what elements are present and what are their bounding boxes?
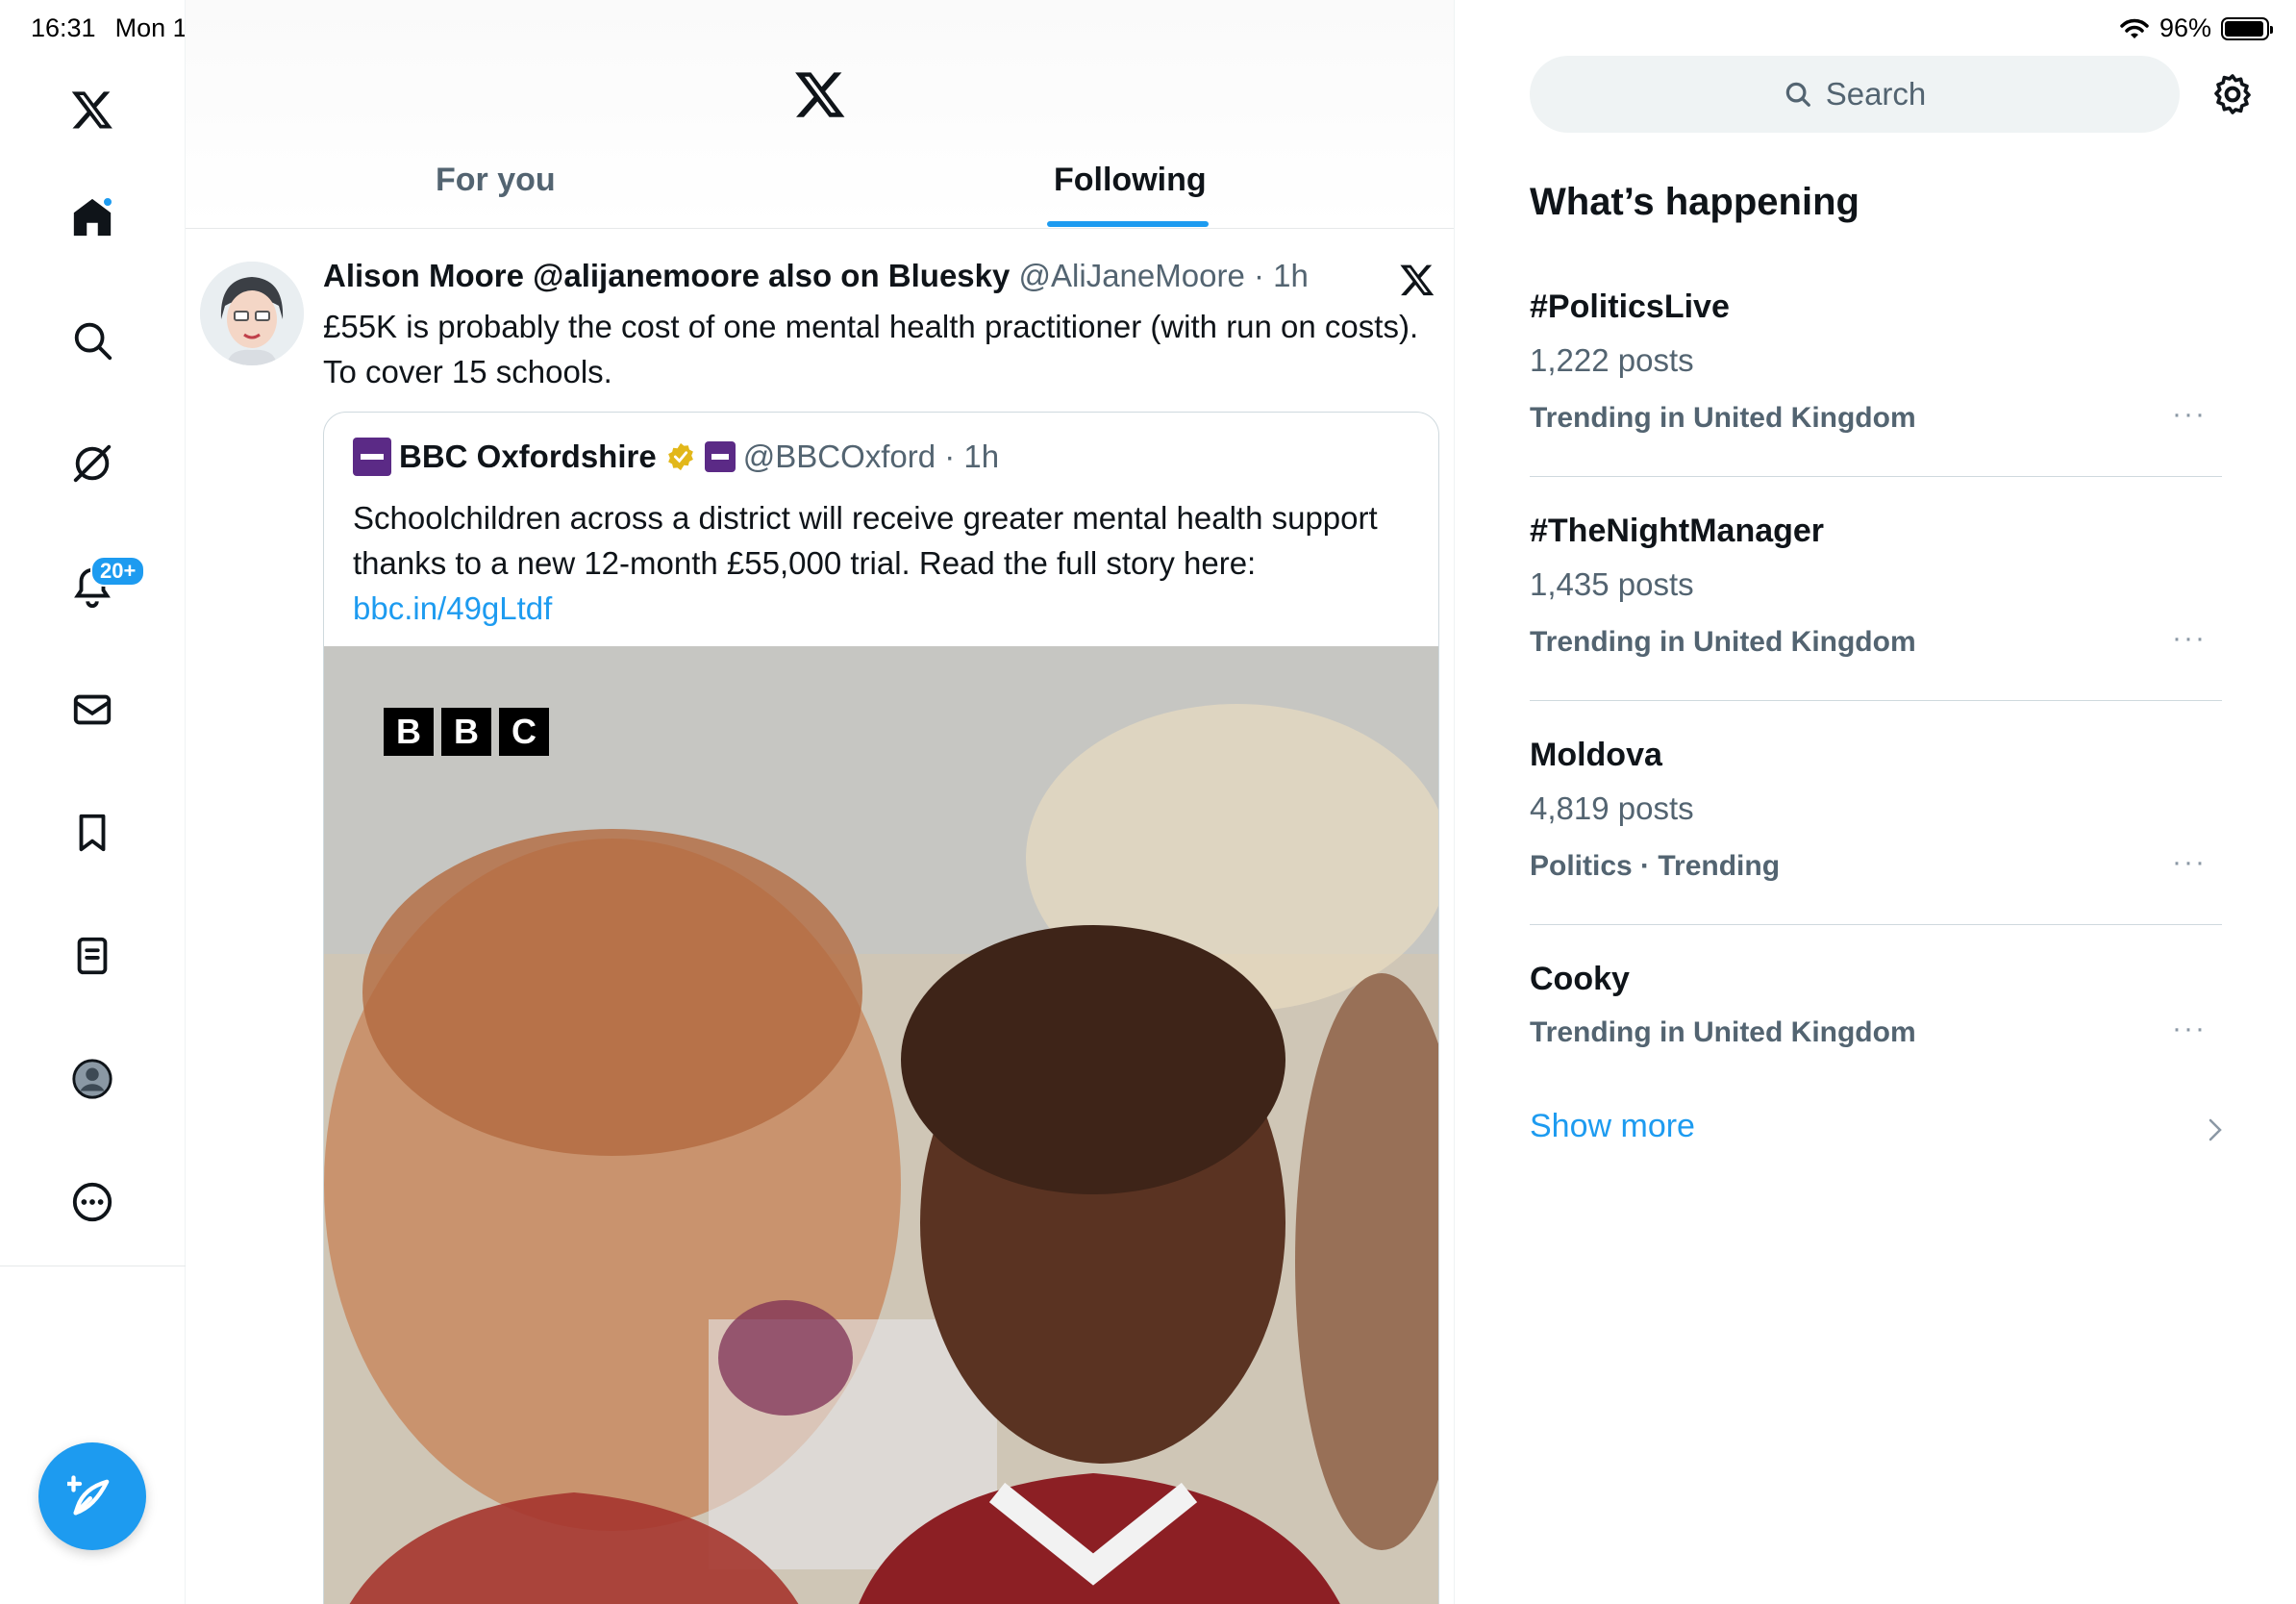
lists-icon[interactable] bbox=[63, 927, 121, 985]
search-input[interactable]: Search bbox=[1530, 56, 2180, 133]
trend-name: #TheNightManager bbox=[1530, 513, 1825, 549]
trend-posts: 1,222 posts bbox=[1530, 342, 1694, 378]
whats-happening-title: What’s happening bbox=[1530, 181, 1859, 223]
tweet-text: £55K is probably the cost of one mental … bbox=[323, 309, 1419, 389]
quoted-tweet[interactable]: BBC Oxfordshire @BBCOxford · 1h Schoolch… bbox=[323, 412, 1439, 1604]
quoted-tweet-header: BBC Oxfordshire @BBCOxford · 1h bbox=[353, 438, 999, 476]
gear-icon[interactable] bbox=[2209, 71, 2256, 117]
search-icon bbox=[1785, 82, 1810, 107]
trend-more-button[interactable]: ··· bbox=[2172, 398, 2207, 431]
search-icon[interactable] bbox=[63, 312, 121, 369]
home-icon[interactable] bbox=[63, 188, 121, 246]
trend-context: Trending in United Kingdom bbox=[1530, 1016, 1916, 1048]
verified-badge-icon bbox=[667, 442, 693, 471]
bbc-logo-letter: C bbox=[499, 708, 549, 756]
notifications-badge: 20+ bbox=[90, 556, 146, 587]
timeline: For you Following Alison Moore @alijanem… bbox=[186, 0, 1455, 1604]
bookmarks-icon[interactable] bbox=[63, 804, 121, 862]
trend-context: Politics · Trending bbox=[1530, 850, 1781, 882]
timeline-header: For you Following bbox=[186, 0, 1454, 229]
bbc-logo: B B C bbox=[384, 708, 549, 756]
bbc-oxfordshire-avatar[interactable] bbox=[353, 438, 391, 476]
tab-for-you[interactable]: For you bbox=[436, 162, 556, 199]
notifications-bell-icon[interactable]: 20+ bbox=[63, 556, 146, 615]
trend-more-button[interactable]: ··· bbox=[2172, 846, 2207, 879]
photo-illustration bbox=[324, 646, 1438, 1604]
trend-more-button[interactable]: ··· bbox=[2172, 1013, 2207, 1045]
trend-divider bbox=[1530, 700, 2222, 701]
tab-following[interactable]: Following bbox=[1054, 162, 1207, 199]
quoted-tweet-text: Schoolchildren across a district will re… bbox=[353, 495, 1410, 631]
quoted-tweet-body: Schoolchildren across a district will re… bbox=[353, 500, 1378, 581]
trend-name: Cooky bbox=[1530, 961, 1630, 997]
home-unread-dot bbox=[102, 196, 113, 208]
quoted-author-name[interactable]: BBC Oxfordshire bbox=[399, 439, 657, 475]
trend-more-button[interactable]: ··· bbox=[2172, 622, 2207, 655]
tweet-header: Alison Moore @alijanemoore also on Blues… bbox=[323, 258, 1309, 294]
bbc-logo-letter: B bbox=[441, 708, 491, 756]
x-logo-icon bbox=[1400, 264, 1435, 296]
compose-feather-icon bbox=[67, 1475, 110, 1516]
show-more-link[interactable]: Show more bbox=[1530, 1108, 1695, 1145]
author-handle-time: @AliJaneMoore · 1h bbox=[1018, 258, 1309, 293]
active-tab-indicator bbox=[1047, 221, 1209, 227]
trend-name: #PoliticsLive bbox=[1530, 288, 1730, 325]
quoted-handle-time: @BBCOxford · 1h bbox=[742, 439, 1000, 474]
left-nav: 20+ bbox=[0, 0, 186, 1604]
x-logo-icon bbox=[795, 72, 845, 117]
affiliate-badge-icon bbox=[704, 441, 736, 472]
trend-context: Trending in United Kingdom bbox=[1530, 626, 1916, 658]
compose-post-button[interactable] bbox=[38, 1442, 146, 1550]
trend-divider bbox=[1530, 476, 2222, 477]
more-options-icon[interactable] bbox=[63, 1173, 121, 1231]
bbc-logo-letter: B bbox=[384, 708, 434, 756]
trend-divider bbox=[1530, 924, 2222, 925]
trend-name: Moldova bbox=[1530, 737, 1662, 773]
grok-icon[interactable] bbox=[63, 435, 121, 492]
profile-avatar-icon[interactable] bbox=[63, 1050, 121, 1108]
chevron-right-icon bbox=[2209, 1118, 2222, 1141]
trend-posts: 4,819 posts bbox=[1530, 790, 1694, 826]
avatar[interactable] bbox=[200, 262, 304, 365]
trend-context: Trending in United Kingdom bbox=[1530, 402, 1916, 434]
search-placeholder: Search bbox=[1825, 76, 1927, 112]
right-sidebar: Search What’s happening #PoliticsLive 1,… bbox=[1456, 0, 2296, 1604]
x-logo-icon[interactable] bbox=[63, 81, 121, 138]
author-name[interactable]: Alison Moore @alijanemoore also on Blues… bbox=[323, 258, 1010, 293]
trend-posts: 1,435 posts bbox=[1530, 566, 1694, 602]
story-link[interactable]: bbc.in/49gLtdf bbox=[353, 590, 552, 626]
messages-icon[interactable] bbox=[63, 681, 121, 739]
news-photo[interactable]: B B C bbox=[324, 646, 1438, 1604]
